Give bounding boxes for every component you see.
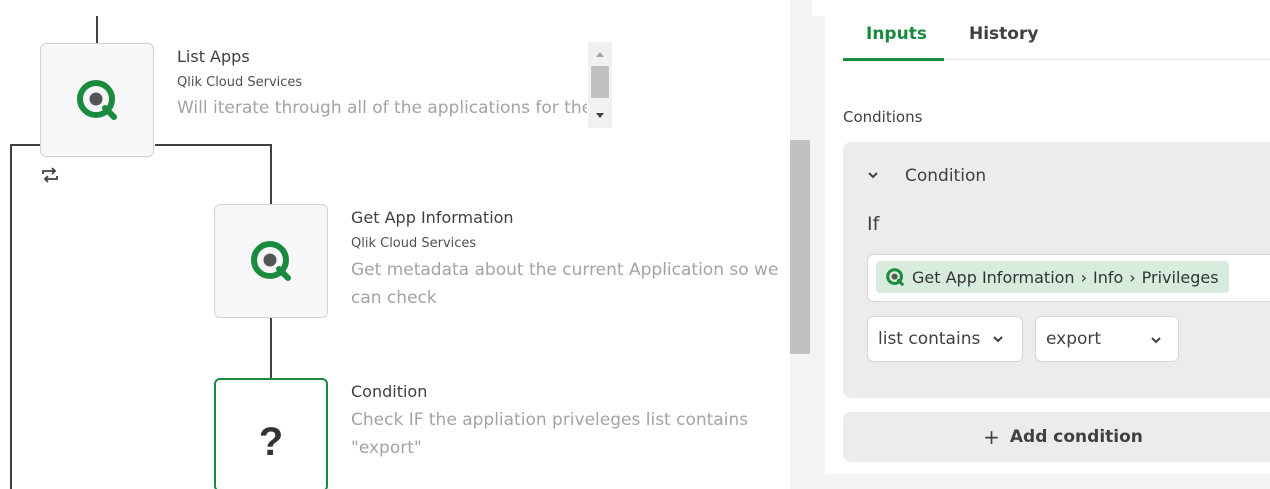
qlik-logo-icon xyxy=(886,268,904,286)
data-path-chip[interactable]: Get App Information › Info › Privileges xyxy=(876,261,1229,293)
question-mark-icon: ? xyxy=(258,419,284,464)
add-condition-button[interactable]: + Add condition xyxy=(843,412,1270,462)
list-apps-block[interactable] xyxy=(40,43,154,157)
node-service: Qlik Cloud Services xyxy=(177,75,303,90)
operator-select[interactable]: list contains xyxy=(867,316,1023,362)
node-title: Get App Information xyxy=(351,208,514,227)
scroll-up-icon[interactable] xyxy=(595,50,605,58)
description-line: Get metadata about the current Applicati… xyxy=(351,260,779,280)
description-line: Check IF the appliation priveleges list … xyxy=(351,410,749,430)
description-scrollbar[interactable] xyxy=(588,42,612,128)
scroll-down-icon[interactable] xyxy=(595,112,605,120)
connector-line xyxy=(10,144,12,489)
qlik-logo-icon xyxy=(77,80,117,120)
chevron-down-icon xyxy=(993,336,1004,343)
panel-top-gap xyxy=(812,0,1270,16)
scroll-thumb[interactable] xyxy=(591,66,609,98)
canvas-scrollbar-thumb[interactable] xyxy=(790,140,810,354)
connector-line xyxy=(96,16,98,43)
section-label: Conditions xyxy=(843,108,923,126)
qlik-logo-icon xyxy=(251,241,291,281)
condition-header[interactable]: Condition xyxy=(905,166,986,186)
node-title: Condition xyxy=(351,382,428,401)
value-select[interactable]: export xyxy=(1035,316,1179,362)
connector-line xyxy=(10,144,40,146)
chevron-right-icon: › xyxy=(1080,267,1087,287)
node-description: Check IF the appliation priveleges list … xyxy=(351,406,781,462)
operator-value: list contains xyxy=(878,329,981,349)
chevron-right-icon: › xyxy=(1129,267,1136,287)
description-line: can check xyxy=(351,288,437,308)
tab-inputs[interactable]: Inputs xyxy=(866,24,927,44)
description-line: "export" xyxy=(351,438,422,458)
condition-block[interactable]: ? xyxy=(214,378,328,489)
node-description: Get metadata about the current Applicati… xyxy=(351,256,781,312)
connector-line xyxy=(270,144,272,204)
loop-icon xyxy=(42,167,58,183)
node-service: Qlik Cloud Services xyxy=(351,236,477,251)
node-title: List Apps xyxy=(177,47,250,66)
chevron-down-icon[interactable] xyxy=(867,170,879,180)
get-app-information-block[interactable] xyxy=(214,204,328,318)
plus-icon: + xyxy=(983,425,1000,449)
add-condition-label: Add condition xyxy=(1009,427,1143,447)
tab-history[interactable]: History xyxy=(969,24,1038,44)
path-segment: Get App Information xyxy=(912,267,1075,287)
connector-line xyxy=(270,318,272,378)
path-segment: Privileges xyxy=(1141,267,1219,287)
node-description: Will iterate through all of the applicat… xyxy=(177,98,587,118)
tabs-divider xyxy=(944,59,1270,60)
flow-canvas[interactable]: List Apps Qlik Cloud Services Will itera… xyxy=(0,0,790,489)
path-segment: Info xyxy=(1092,267,1124,287)
connector-line xyxy=(155,144,271,146)
tab-active-indicator xyxy=(843,58,944,61)
condition-value: export xyxy=(1046,329,1102,349)
chevron-down-icon xyxy=(1151,337,1161,344)
if-label: If xyxy=(867,213,880,235)
